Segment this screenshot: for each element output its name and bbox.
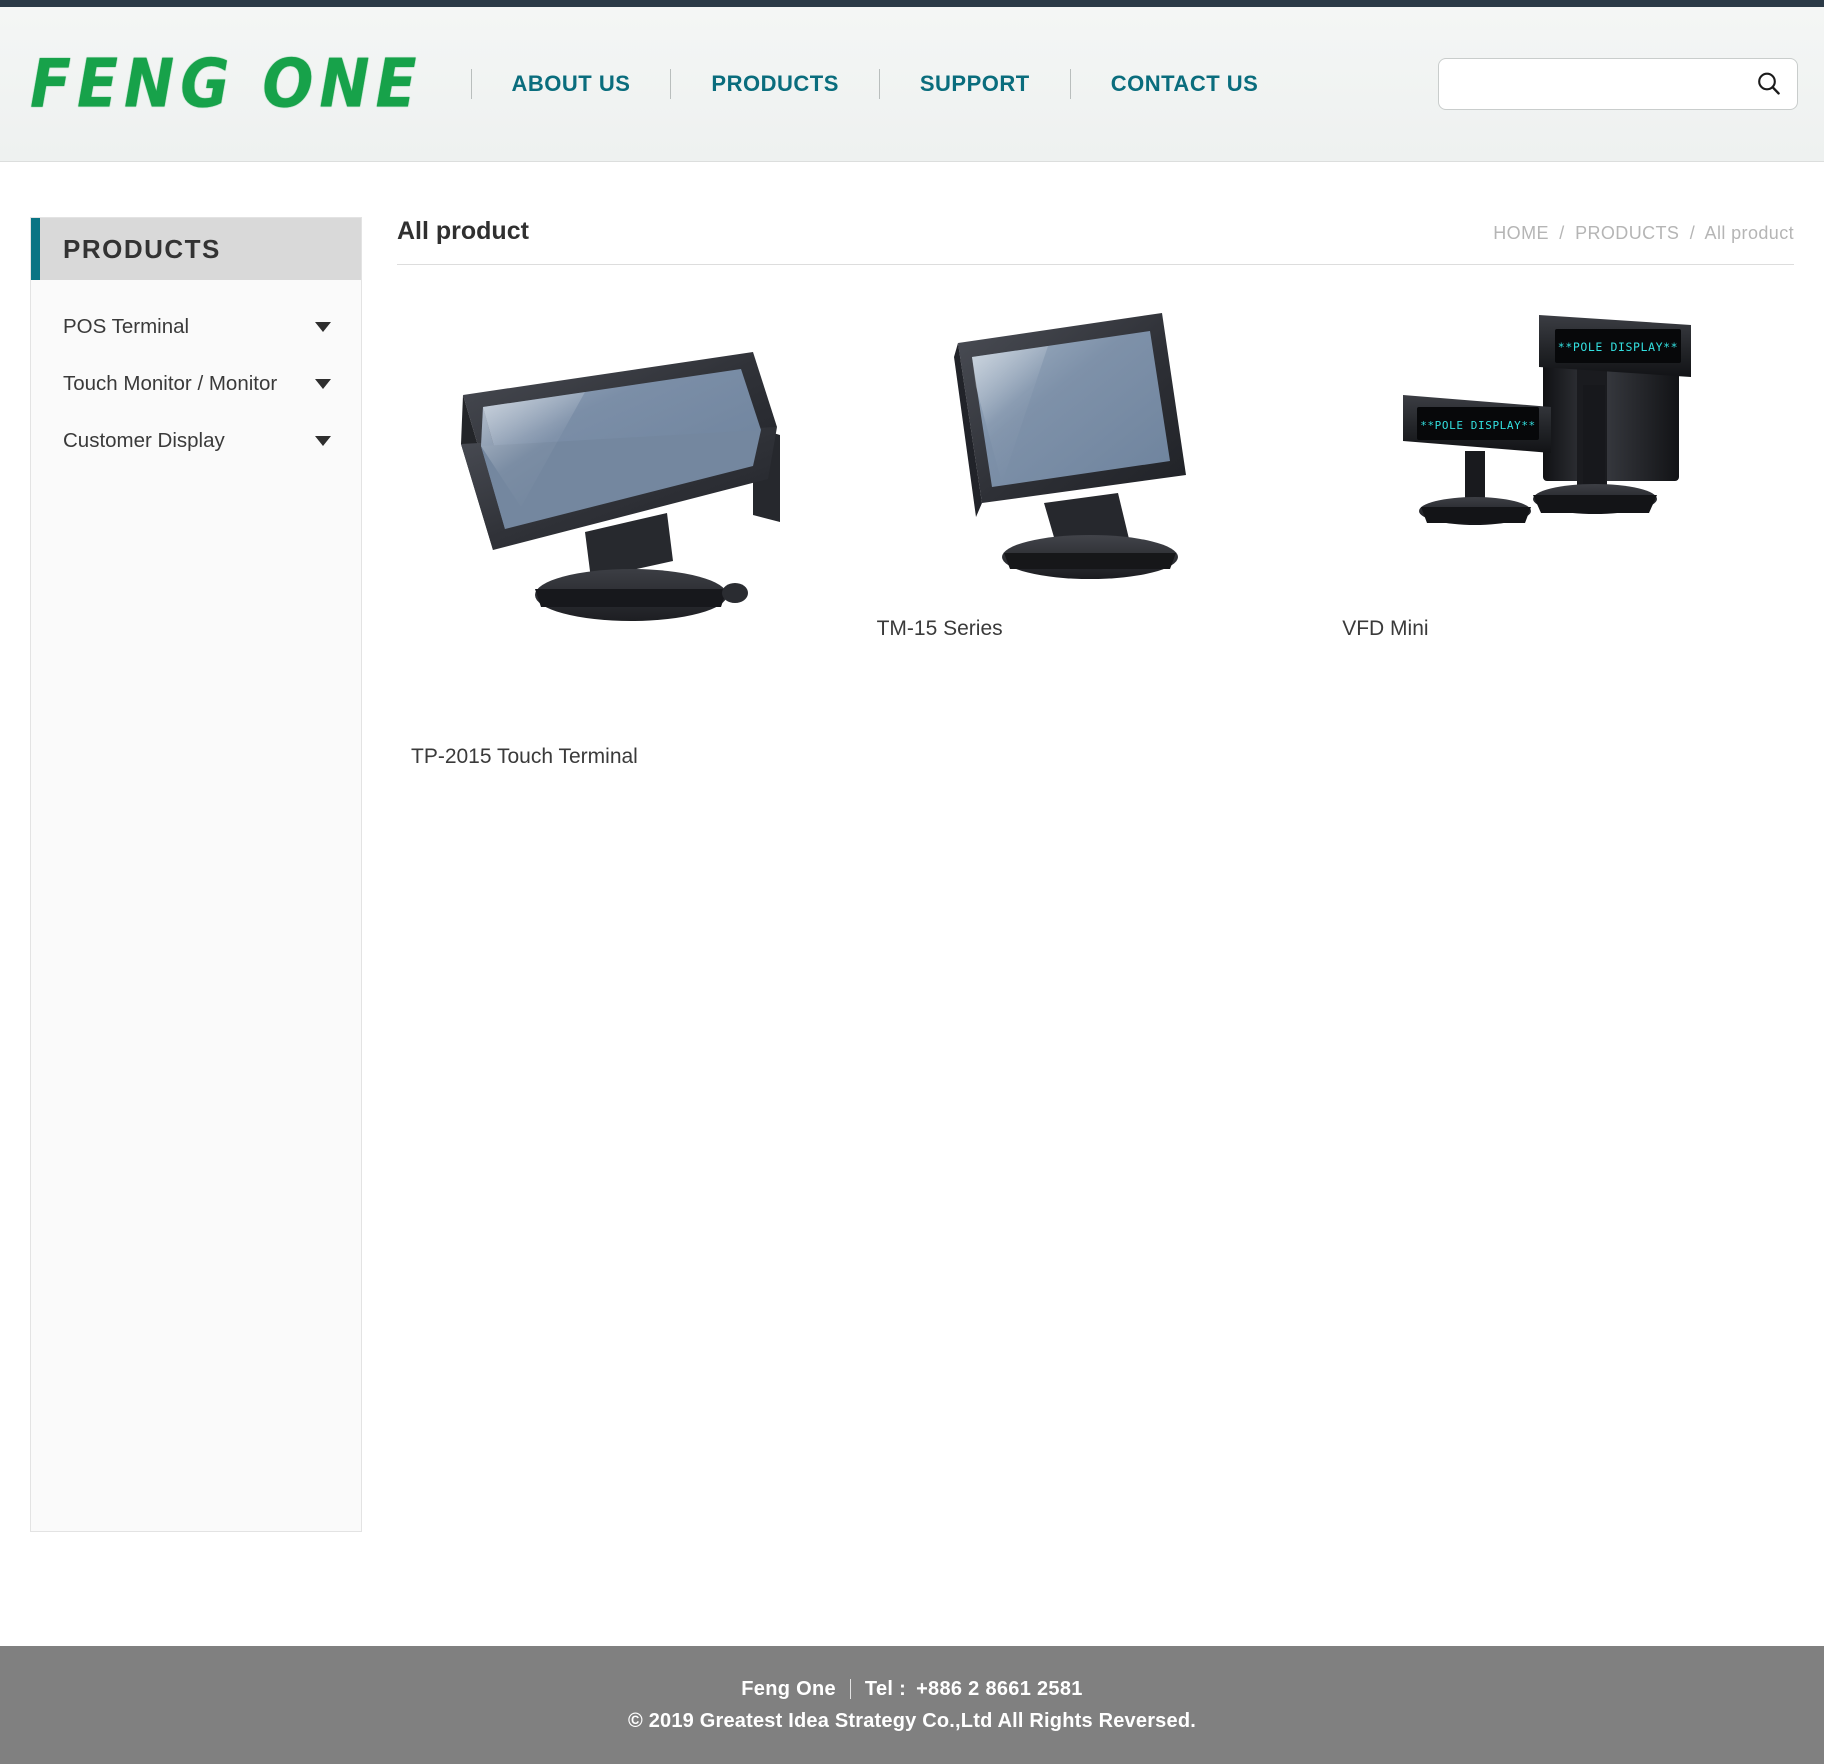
sidebar-menu: POS Terminal Touch Monitor / Monitor Cus… <box>31 280 361 469</box>
breadcrumb-item-products[interactable]: PRODUCTS <box>1575 223 1679 243</box>
product-grid: TP-2015 Touch Terminal TM-15 Series **PO… <box>397 265 1794 769</box>
footer-contact-line: Feng One Tel : +886 2 8661 2581 <box>741 1678 1082 1701</box>
nav-item-support[interactable]: SUPPORT <box>880 71 1070 97</box>
breadcrumb-item-current: All product <box>1704 223 1794 243</box>
sidebar: PRODUCTS POS Terminal Touch Monitor / Mo… <box>0 217 362 1532</box>
page-title: All product <box>397 217 529 245</box>
nav-item-about-us[interactable]: ABOUT US <box>472 71 671 97</box>
site-footer: Feng One Tel : +886 2 8661 2581 © 2019 G… <box>0 1646 1824 1764</box>
breadcrumb-item-home[interactable]: HOME <box>1493 223 1549 243</box>
pole-display-text-short: **POLE DISPLAY** <box>1420 419 1536 432</box>
pole-display-text-tall: **POLE DISPLAY** <box>1558 340 1678 354</box>
breadcrumb: HOME / PRODUCTS / All product <box>1493 223 1794 246</box>
sidebar-header: PRODUCTS <box>31 218 361 280</box>
chevron-down-icon <box>315 435 331 446</box>
search-box <box>1438 58 1798 110</box>
sidebar-item-label: POS Terminal <box>63 314 190 338</box>
pole-display-photo: **POLE DISPLAY** **POLE DISPLAY** <box>1403 315 1692 525</box>
sidebar-item-pos-terminal[interactable]: POS Terminal <box>31 298 361 355</box>
product-thumbnail[interactable]: **POLE DISPLAY** **POLE DISPLAY** <box>1328 287 1784 617</box>
content-header: All product HOME / PRODUCTS / All produc… <box>397 217 1794 265</box>
breadcrumb-separator: / <box>1689 223 1696 243</box>
footer-tel-label: Tel : <box>864 1677 907 1700</box>
sidebar-title: PRODUCTS <box>63 233 221 264</box>
product-thumbnail[interactable] <box>397 287 853 717</box>
product-name: VFD Mini <box>1342 617 1429 640</box>
chevron-down-icon <box>315 378 331 389</box>
page-root: FENG ONE ABOUT US PRODUCTS SUPPORT CONTA… <box>0 0 1824 1764</box>
top-accent-strip <box>0 0 1824 7</box>
product-card-tp-2015[interactable]: TP-2015 Touch Terminal <box>397 287 863 769</box>
search-button[interactable] <box>1750 65 1788 103</box>
footer-tel-value: +886 2 8661 2581 <box>916 1677 1083 1700</box>
footer-copyright: © 2019 Greatest Idea Strategy Co.,Ltd Al… <box>628 1709 1196 1732</box>
pos-terminal-photo <box>460 352 780 621</box>
sidebar-item-customer-display[interactable]: Customer Display <box>31 412 361 469</box>
product-thumbnail[interactable] <box>863 287 1319 617</box>
chevron-down-icon <box>315 321 331 332</box>
search-icon <box>1758 72 1780 95</box>
touch-monitor-photo <box>954 313 1187 579</box>
sidebar-item-label: Customer Display <box>63 428 225 452</box>
main-navigation: ABOUT US PRODUCTS SUPPORT CONTACT US <box>470 69 1299 99</box>
nav-item-products[interactable]: PRODUCTS <box>671 71 878 97</box>
product-card-vfd-mini[interactable]: **POLE DISPLAY** **POLE DISPLAY** VFD Mi… <box>1328 287 1794 769</box>
page-body: PRODUCTS POS Terminal Touch Monitor / Mo… <box>0 162 1824 1646</box>
sidebar-item-touch-monitor[interactable]: Touch Monitor / Monitor <box>31 355 361 412</box>
main-content: All product HOME / PRODUCTS / All produc… <box>362 217 1824 769</box>
product-name: TM-15 Series <box>876 617 1003 640</box>
footer-divider <box>849 1679 851 1699</box>
sidebar-item-label: Touch Monitor / Monitor <box>63 371 278 395</box>
site-header: FENG ONE ABOUT US PRODUCTS SUPPORT CONTA… <box>0 7 1824 162</box>
breadcrumb-separator: / <box>1559 223 1565 243</box>
product-name: TP-2015 Touch Terminal <box>411 745 638 768</box>
site-logo[interactable]: FENG ONE <box>30 50 423 117</box>
sidebar-panel: PRODUCTS POS Terminal Touch Monitor / Mo… <box>30 217 362 1532</box>
nav-item-contact-us[interactable]: CONTACT US <box>1071 71 1299 97</box>
search-input[interactable] <box>1438 58 1798 110</box>
product-card-tm-15[interactable]: TM-15 Series <box>863 287 1329 769</box>
footer-company: Feng One <box>741 1677 836 1700</box>
